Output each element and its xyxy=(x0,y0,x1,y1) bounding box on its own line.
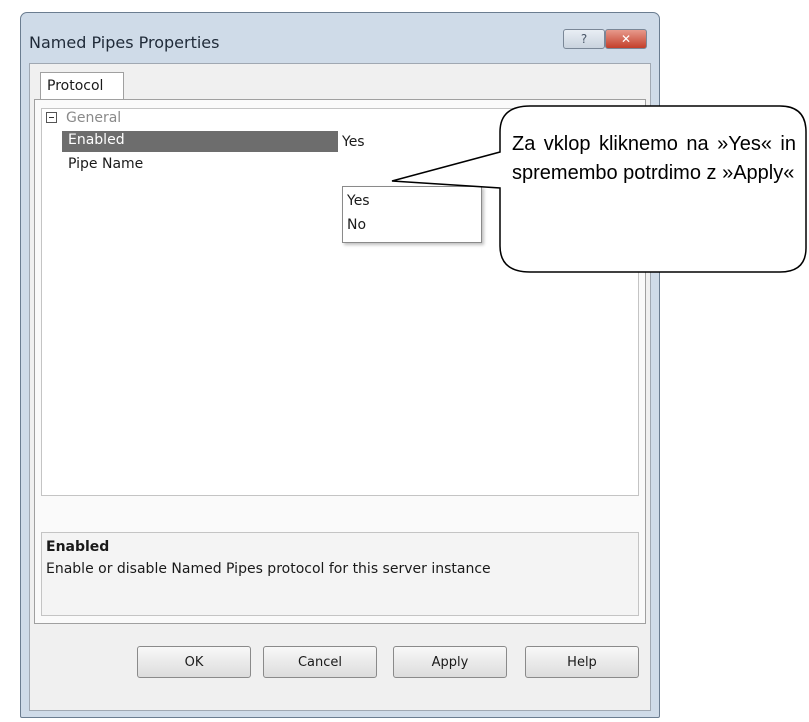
callout-text: Za vklop kliknemo na »Yes« in spremembo … xyxy=(512,133,796,184)
callout-bubble xyxy=(391,105,807,273)
